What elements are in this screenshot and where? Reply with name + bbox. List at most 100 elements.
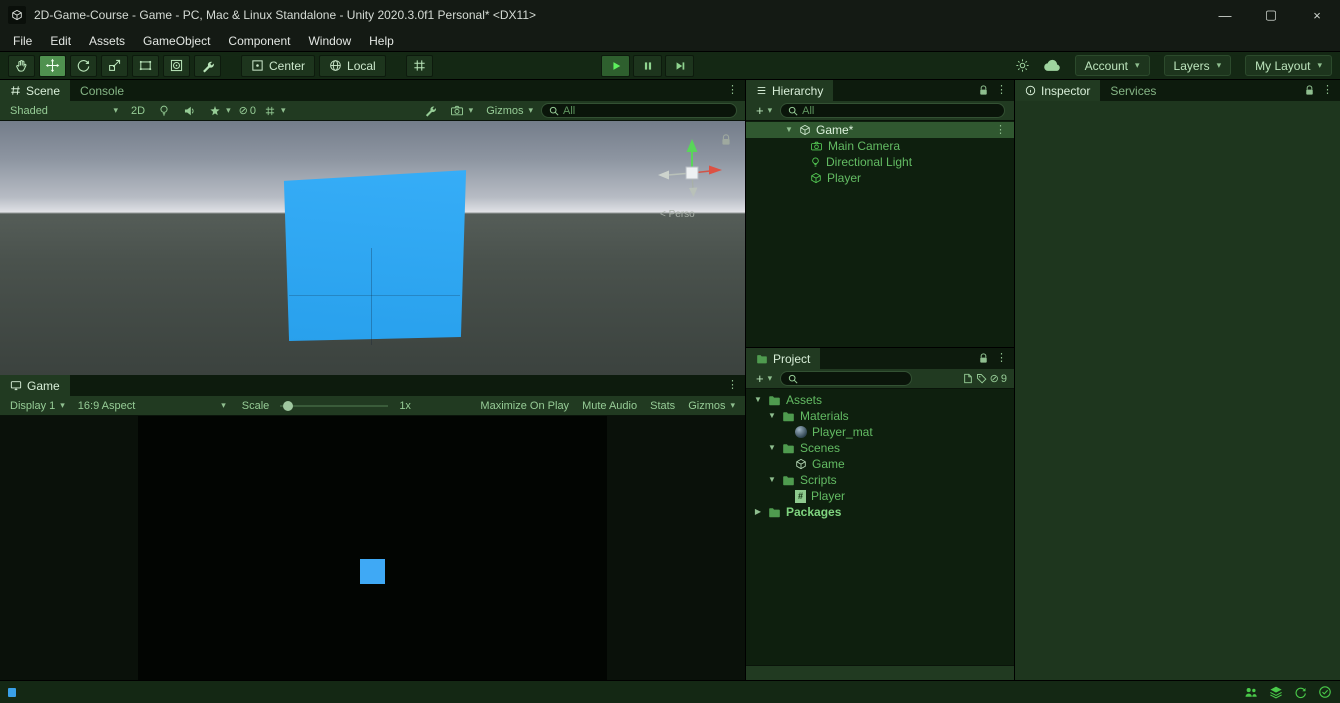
scale-slider-handle[interactable] <box>283 400 294 411</box>
game-viewport[interactable] <box>0 416 745 680</box>
project-search[interactable] <box>780 371 913 386</box>
menu-assets[interactable]: Assets <box>80 30 134 52</box>
project-row-player-script[interactable]: # Player <box>746 488 1014 504</box>
project-row-packages[interactable]: ▶ Packages <box>746 504 1014 520</box>
scene-search[interactable] <box>541 103 737 118</box>
custom-tool-button[interactable] <box>194 54 221 77</box>
scene-viewport[interactable]: < Perso <box>0 121 745 375</box>
minimize-button[interactable]: — <box>1202 0 1248 30</box>
hierarchy-row-player[interactable]: Player <box>746 170 1014 186</box>
project-menu-icon[interactable]: ⋮ <box>996 353 1007 364</box>
menu-file[interactable]: File <box>4 30 41 52</box>
project-search-input[interactable] <box>802 372 905 385</box>
project-row-scripts[interactable]: ▼ Scripts <box>746 472 1014 488</box>
tree-expand-icon[interactable]: ▼ <box>753 396 763 404</box>
mute-audio-button[interactable]: Mute Audio <box>577 396 642 416</box>
scale-tool-button[interactable] <box>101 54 128 77</box>
tab-project[interactable]: Project <box>746 348 821 369</box>
gizmo-lock-icon[interactable] <box>721 134 731 146</box>
menu-gameobject[interactable]: GameObject <box>134 30 219 52</box>
tab-hierarchy[interactable]: Hierarchy <box>746 80 834 101</box>
shading-dropdown[interactable]: Shaded ▾ <box>5 101 123 121</box>
aspect-dropdown[interactable]: 16:9 Aspect ▾ <box>73 396 231 416</box>
rect-tool-button[interactable] <box>132 54 159 77</box>
tab-game[interactable]: Game <box>0 375 70 396</box>
maximize-button[interactable]: ▢ <box>1248 0 1294 30</box>
pivot-center-button[interactable]: Center <box>241 54 316 77</box>
project-row-game-scene[interactable]: Game <box>746 456 1014 472</box>
menu-help[interactable]: Help <box>360 30 403 52</box>
search-by-type-icon[interactable] <box>963 373 973 384</box>
display-dropdown[interactable]: Display 1 ▾ <box>5 396 70 416</box>
scene-tools-button[interactable] <box>419 101 442 121</box>
inspector-menu-icon[interactable]: ⋮ <box>1322 85 1333 96</box>
transform-tool-button[interactable] <box>163 54 190 77</box>
tab-inspector[interactable]: Inspector <box>1015 80 1101 101</box>
layout-dropdown[interactable]: My Layout ▾ <box>1245 55 1332 76</box>
rotate-tool-button[interactable] <box>70 54 97 77</box>
play-button[interactable] <box>601 55 630 77</box>
pivot-local-button[interactable]: Local <box>319 54 386 77</box>
move-tool-button[interactable] <box>39 54 66 77</box>
progress-activity-icon[interactable] <box>1015 58 1030 73</box>
menu-edit[interactable]: Edit <box>41 30 80 52</box>
perspective-label[interactable]: < Perso <box>660 209 695 220</box>
project-row-scenes[interactable]: ▼ Scenes <box>746 440 1014 456</box>
close-button[interactable]: × <box>1294 0 1340 30</box>
tab-services[interactable]: Services <box>1100 80 1166 101</box>
search-by-label-icon[interactable] <box>976 373 987 384</box>
hierarchy-row-directional-light[interactable]: Directional Light <box>746 154 1014 170</box>
scene-options-icon[interactable]: ⋮ <box>995 124 1014 136</box>
scale-slider[interactable] <box>280 400 389 411</box>
hierarchy-search[interactable] <box>780 103 1005 118</box>
tree-expand-icon[interactable]: ▼ <box>767 444 777 452</box>
hand-tool-button[interactable] <box>8 54 35 77</box>
tab-scene[interactable]: Scene <box>0 80 71 101</box>
tree-expand-icon[interactable]: ▼ <box>767 476 777 484</box>
layers-status-icon[interactable] <box>1269 685 1283 699</box>
collab-icon[interactable] <box>1244 686 1258 699</box>
hierarchy-row-scene-game[interactable]: ▼ Game* ⋮ <box>746 122 1014 138</box>
scene-grid-dropdown[interactable]: ▾ <box>259 101 291 121</box>
player-cube-object[interactable] <box>283 170 467 341</box>
scene-effects-dropdown[interactable]: ▾ <box>204 101 236 121</box>
scene-visibility-button[interactable]: ⊘ 0 <box>239 104 256 118</box>
game-gizmos-dropdown[interactable]: Gizmos ▾ <box>683 396 740 416</box>
step-button[interactable] <box>665 55 694 77</box>
project-row-assets[interactable]: ▼ Assets <box>746 392 1014 408</box>
game-panel-menu-icon[interactable]: ⋮ <box>727 380 738 391</box>
scene-search-input[interactable] <box>563 104 729 117</box>
account-dropdown[interactable]: Account ▾ <box>1074 55 1150 76</box>
hierarchy-menu-icon[interactable]: ⋮ <box>996 85 1007 96</box>
toggle-2d-button[interactable]: 2D <box>126 101 150 121</box>
grid-snapping-button[interactable] <box>405 54 433 77</box>
tree-expand-icon[interactable]: ▼ <box>784 126 794 134</box>
hierarchy-row-main-camera[interactable]: Main Camera <box>746 138 1014 154</box>
stats-button[interactable]: Stats <box>645 396 680 416</box>
hidden-packages-button[interactable]: ⊘ 9 <box>990 372 1007 386</box>
layers-dropdown[interactable]: Layers ▾ <box>1163 55 1232 76</box>
cloud-icon[interactable] <box>1043 59 1061 72</box>
menu-window[interactable]: Window <box>299 30 360 52</box>
project-row-materials[interactable]: ▼ Materials <box>746 408 1014 424</box>
scene-camera-dropdown[interactable]: ▾ <box>445 101 479 121</box>
maximize-on-play-button[interactable]: Maximize On Play <box>475 396 574 416</box>
tab-console[interactable]: Console <box>70 80 134 101</box>
tree-collapse-icon[interactable]: ▶ <box>753 508 763 516</box>
menu-component[interactable]: Component <box>219 30 299 52</box>
project-lock-icon[interactable] <box>979 353 988 364</box>
scene-gizmos-dropdown[interactable]: Gizmos ▾ <box>481 101 538 121</box>
tree-expand-icon[interactable]: ▼ <box>767 412 777 420</box>
hierarchy-lock-icon[interactable] <box>979 85 988 96</box>
console-message-icon[interactable] <box>8 687 16 697</box>
inspector-lock-icon[interactable] <box>1305 85 1314 96</box>
refresh-icon[interactable] <box>1294 686 1307 699</box>
project-create-button[interactable]: + ▾ <box>751 369 777 389</box>
project-row-player-mat[interactable]: Player_mat <box>746 424 1014 440</box>
hierarchy-create-button[interactable]: + ▾ <box>751 101 777 121</box>
scene-lighting-button[interactable] <box>153 101 175 121</box>
hierarchy-search-input[interactable] <box>802 104 997 117</box>
pause-button[interactable] <box>633 55 662 77</box>
scene-audio-button[interactable] <box>178 101 201 121</box>
status-ok-icon[interactable] <box>1318 685 1332 699</box>
